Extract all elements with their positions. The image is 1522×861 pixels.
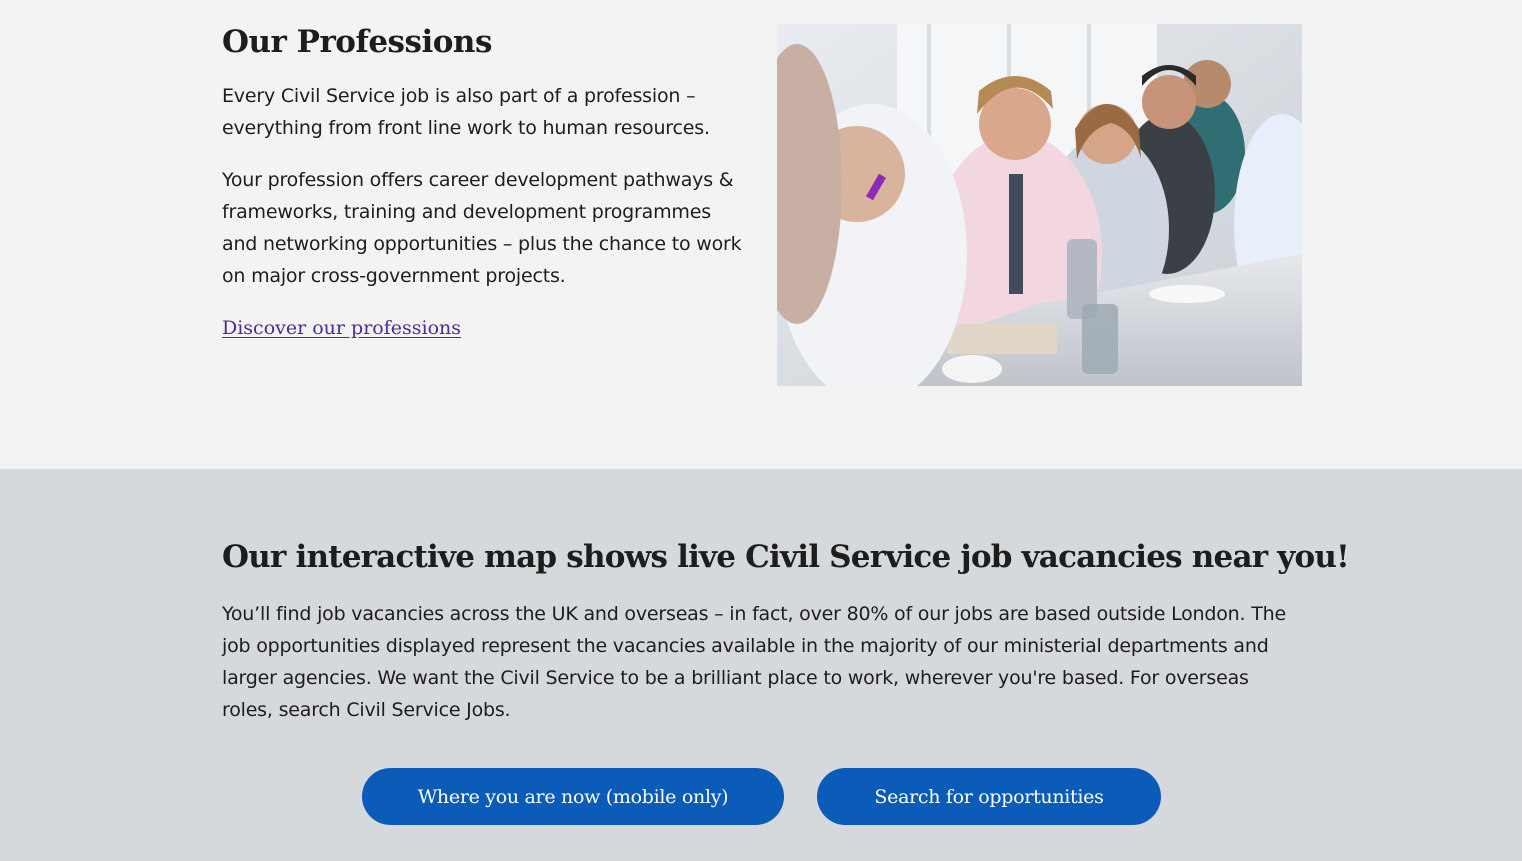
job-map-description: You’ll find job vacancies across the UK … xyxy=(222,603,1286,721)
search-opportunities-button[interactable]: Search for opportunities xyxy=(817,768,1161,825)
discover-professions-link[interactable]: Discover our professions xyxy=(222,312,461,344)
professions-details-paragraph: Your profession offers career developmen… xyxy=(222,169,742,287)
professions-heading: Our Professions xyxy=(222,24,492,60)
meeting-photo xyxy=(777,24,1302,386)
professions-text-column: Our Professions Every Civil Service job … xyxy=(222,22,742,344)
professions-section: Our Professions Every Civil Service job … xyxy=(0,0,1522,469)
professions-intro-paragraph: Every Civil Service job is also part of … xyxy=(222,85,710,139)
where-you-are-now-button[interactable]: Where you are now (mobile only) xyxy=(362,768,784,825)
job-map-section: Our interactive map shows live Civil Ser… xyxy=(0,469,1522,861)
job-map-heading: Our interactive map shows live Civil Ser… xyxy=(222,539,1350,575)
